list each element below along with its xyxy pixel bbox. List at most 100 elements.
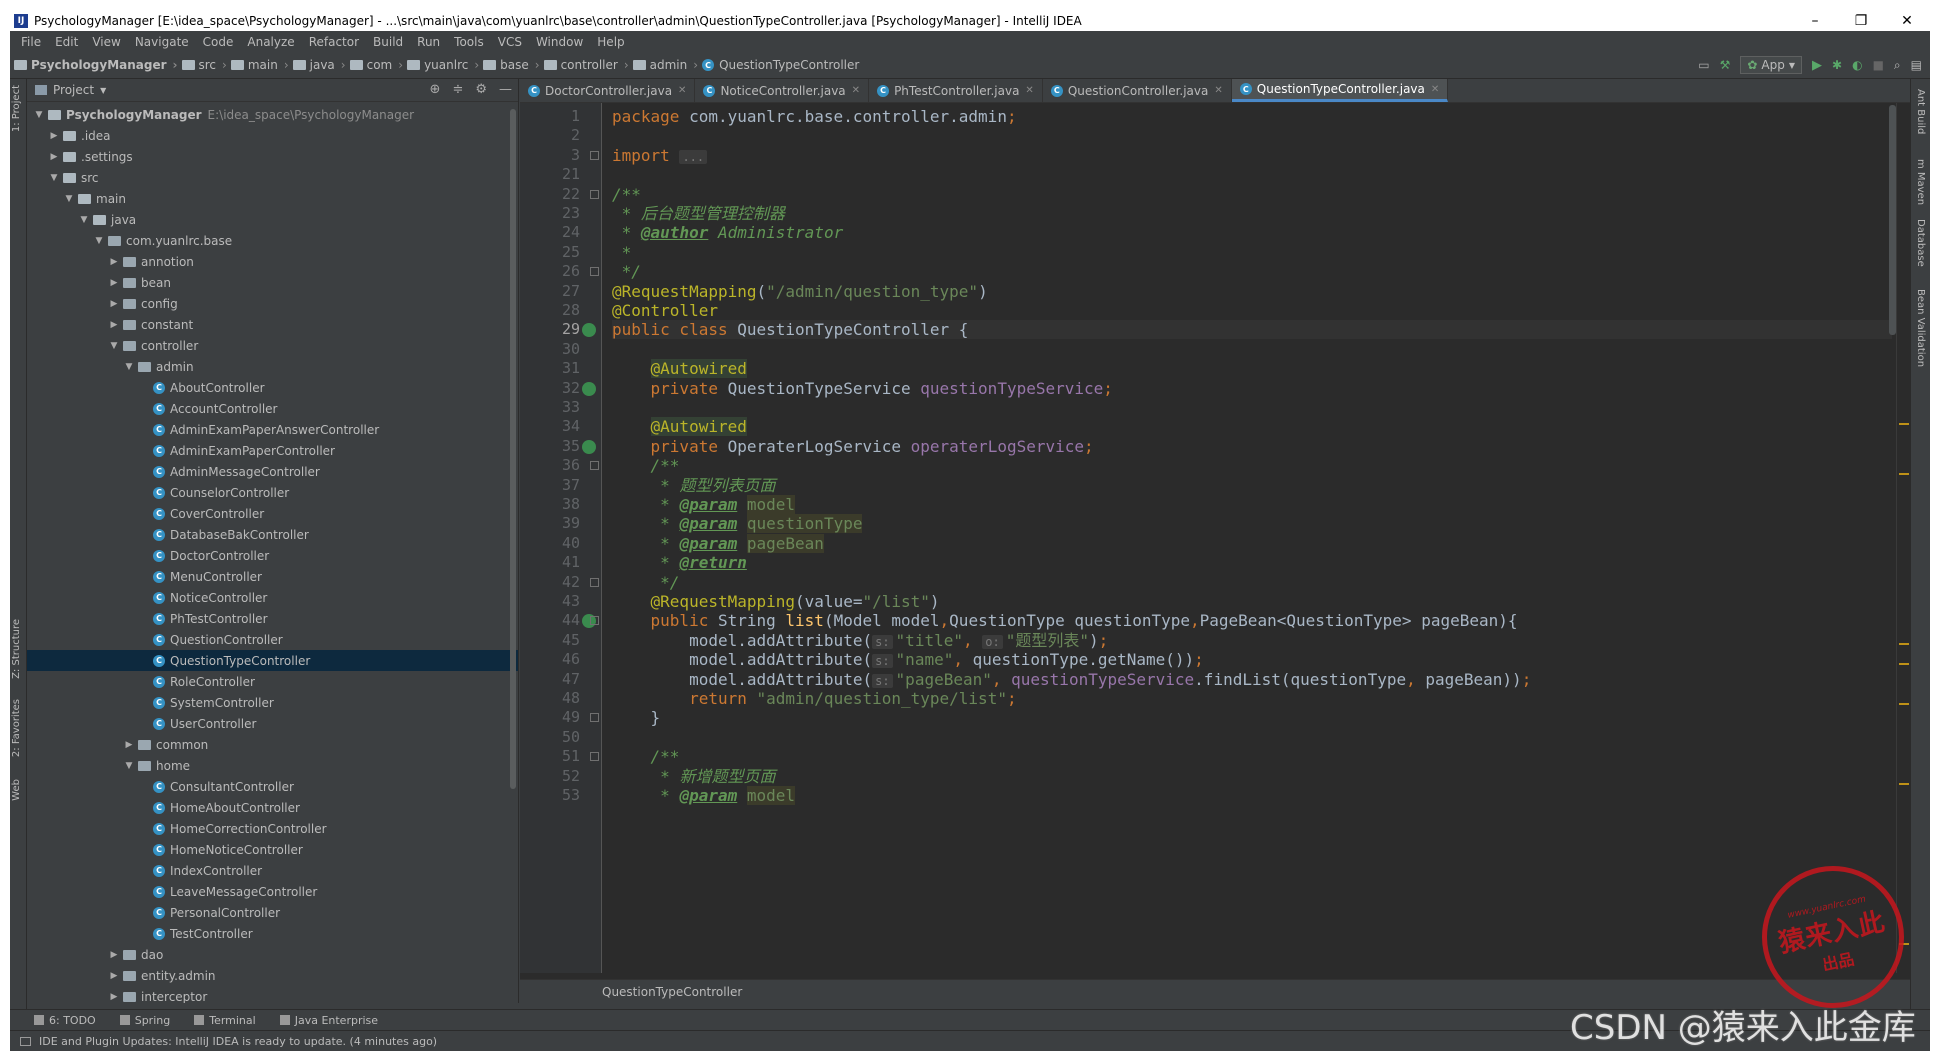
warning-mark[interactable] — [1899, 423, 1909, 425]
warning-mark[interactable] — [1899, 643, 1909, 645]
tree-item[interactable]: ▶CNoticeController — [27, 587, 518, 608]
tree-item[interactable]: ▶CAdminMessageController — [27, 461, 518, 482]
chevron-down-icon[interactable]: ▼ — [108, 341, 120, 351]
bottom-tool-spring[interactable]: Spring — [119, 1014, 170, 1027]
code-area[interactable]: package com.yuanlrc.base.controller.admi… — [612, 103, 1892, 973]
tree-item[interactable]: ▶CQuestionController — [27, 629, 518, 650]
tree-item[interactable]: ▼ admin — [27, 356, 518, 377]
menu-tools[interactable]: Tools — [447, 35, 491, 49]
chevron-right-icon[interactable]: ▶ — [108, 992, 120, 1002]
fold-icon[interactable] — [590, 616, 599, 626]
stop-icon[interactable]: ■ — [1873, 58, 1884, 72]
warning-mark[interactable] — [1899, 703, 1909, 705]
breadcrumb-item[interactable]: admin › — [632, 58, 698, 72]
fold-icon[interactable] — [590, 713, 599, 723]
tree-item[interactable]: ▼ PsychologyManager E:\idea_space\Psycholo… — [27, 104, 518, 125]
menu-build[interactable]: Build — [366, 35, 410, 49]
menu-run[interactable]: Run — [410, 35, 447, 49]
run-icon[interactable]: ▶ — [1812, 58, 1822, 73]
breadcrumb-item[interactable]: base › — [483, 58, 540, 72]
tree-item[interactable]: ▶ config — [27, 293, 518, 314]
warning-mark[interactable] — [1899, 473, 1909, 475]
tool-tab-project[interactable]: 1: Project — [11, 85, 22, 132]
chevron-down-icon[interactable]: ▼ — [48, 173, 60, 183]
fold-icon[interactable] — [590, 267, 599, 277]
debug-icon[interactable]: ✱ — [1832, 58, 1842, 72]
close-tab-icon[interactable]: ✕ — [1431, 84, 1439, 95]
tree-item[interactable]: ▶CAboutController — [27, 377, 518, 398]
tree-item[interactable]: ▶CLeaveMessageController — [27, 881, 518, 902]
tree-item[interactable]: ▶ constant — [27, 314, 518, 335]
tool-tab-database[interactable]: Database — [1915, 219, 1926, 267]
warning-mark[interactable] — [1899, 783, 1909, 785]
tree-item[interactable]: ▶CRoleController — [27, 671, 518, 692]
tree-item[interactable]: ▶CDatabaseBakController — [27, 524, 518, 545]
tree-item[interactable]: ▶CDoctorController — [27, 545, 518, 566]
fold-icon[interactable] — [590, 461, 599, 471]
tool-tab-favorites[interactable]: 2: Favorites — [11, 699, 22, 757]
structure-icon[interactable]: ▤ — [1911, 58, 1922, 72]
chevron-right-icon[interactable]: ▶ — [108, 971, 120, 981]
bean-gutter-icon[interactable] — [582, 323, 596, 338]
tree-item[interactable]: ▶CCoverController — [27, 503, 518, 524]
tree-item[interactable]: ▶CAdminExamPaperController — [27, 440, 518, 461]
tree-item[interactable]: ▶CQuestionTypeController — [27, 650, 518, 671]
menu-help[interactable]: Help — [590, 35, 631, 49]
chevron-right-icon[interactable]: ▶ — [108, 299, 120, 309]
warning-mark[interactable] — [1899, 663, 1909, 665]
editor-tab[interactable]: C PhTestController.java ✕ — [869, 79, 1043, 102]
close-tab-icon[interactable]: ✕ — [852, 85, 860, 96]
minimize-button[interactable]: – — [1792, 13, 1838, 29]
hide-icon[interactable]: — — [499, 82, 512, 97]
build-hammer-icon[interactable]: ⚒ — [1720, 58, 1731, 72]
locate-icon[interactable]: ⊕ — [430, 82, 441, 97]
collapse-icon[interactable]: ≑ — [452, 82, 463, 97]
tree-item[interactable]: ▶CCounselorController — [27, 482, 518, 503]
fold-icon[interactable] — [590, 150, 599, 160]
tree-item[interactable]: ▶CAccountController — [27, 398, 518, 419]
tree-item[interactable]: ▶ dao — [27, 944, 518, 965]
chevron-right-icon[interactable]: ▶ — [108, 320, 120, 330]
editor-tab[interactable]: C QuestionController.java ✕ — [1043, 79, 1232, 102]
chevron-right-icon[interactable]: ▶ — [108, 950, 120, 960]
project-scrollbar[interactable] — [510, 109, 516, 789]
editor-scrollbar[interactable] — [1889, 105, 1896, 335]
menu-navigate[interactable]: Navigate — [128, 35, 196, 49]
bottom-tool-6-todo[interactable]: 6: TODO — [34, 1014, 96, 1027]
tree-item[interactable]: ▼ src — [27, 167, 518, 188]
close-tab-icon[interactable]: ✕ — [1214, 85, 1222, 96]
menu-window[interactable]: Window — [529, 35, 590, 49]
tree-item[interactable]: ▶ bean — [27, 272, 518, 293]
tool-tab-structure[interactable]: Z: Structure — [11, 619, 22, 679]
tool-tab-ant-build[interactable]: Ant Build — [1915, 89, 1926, 134]
menu-vcs[interactable]: VCS — [491, 35, 529, 49]
close-tab-icon[interactable]: ✕ — [1025, 85, 1033, 96]
chevron-down-icon[interactable]: ▼ — [123, 362, 135, 372]
chevron-right-icon[interactable]: ▶ — [48, 152, 60, 162]
fold-icon[interactable] — [590, 189, 599, 199]
chevron-down-icon[interactable]: ▼ — [33, 110, 45, 120]
tree-item[interactable]: ▶CTestController — [27, 923, 518, 944]
gear-icon[interactable]: ⚙ — [475, 82, 487, 97]
tree-item[interactable]: ▼ main — [27, 188, 518, 209]
chevron-down-icon[interactable]: ▼ — [93, 236, 105, 246]
breadcrumb-item[interactable]: java › — [292, 58, 346, 72]
chevron-down-icon[interactable]: ▼ — [63, 194, 75, 204]
tree-item[interactable]: ▶ common — [27, 734, 518, 755]
bean-gutter-icon[interactable] — [582, 381, 596, 396]
menu-view[interactable]: View — [85, 35, 127, 49]
tool-tab-bean-validation[interactable]: Bean Validation — [1915, 289, 1926, 367]
tree-item[interactable]: ▼ controller — [27, 335, 518, 356]
tree-item[interactable]: ▶ .settings — [27, 146, 518, 167]
tree-item[interactable]: ▶CUserController — [27, 713, 518, 734]
bean-gutter-icon[interactable] — [582, 439, 596, 454]
tree-item[interactable]: ▼ java — [27, 209, 518, 230]
coverage-icon[interactable]: ◐ — [1852, 58, 1862, 72]
tree-item[interactable]: ▶CHomeNoticeController — [27, 839, 518, 860]
close-button[interactable]: ✕ — [1884, 13, 1930, 29]
run-config-select[interactable]: ✿ App ▼ — [1740, 56, 1803, 74]
breadcrumb-item[interactable]: controller › — [543, 58, 629, 72]
tree-item[interactable]: ▶CSystemController — [27, 692, 518, 713]
tool-tab-web[interactable]: Web — [11, 779, 22, 801]
breadcrumb-item[interactable]: yuanlrc › — [407, 58, 479, 72]
